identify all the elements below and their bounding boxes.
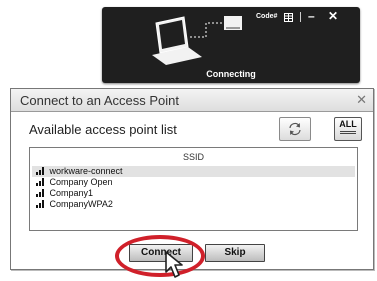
close-panel-button[interactable]: ✕ (328, 9, 338, 23)
show-all-button[interactable]: ALL (334, 117, 362, 141)
refresh-icon (289, 122, 301, 136)
laptop-to-projector-icon (152, 16, 242, 65)
grid-icon[interactable] (284, 13, 293, 22)
ssid-column-header: SSID (182, 152, 204, 162)
signal-strength-icon (36, 200, 46, 208)
minimize-button[interactable]: – (308, 9, 315, 23)
list-item[interactable]: Company Open (32, 177, 355, 188)
dialog-close-button[interactable]: ✕ (356, 92, 367, 108)
underline-decoration (340, 133, 356, 134)
show-all-label: ALL (339, 119, 357, 129)
ssid-label: Company Open (49, 177, 113, 187)
ssid-label: workware-connect (49, 166, 123, 176)
connection-status: Connecting (206, 69, 256, 79)
connecting-status-panel: Code# – ✕ Connecting (102, 7, 360, 83)
access-point-list[interactable]: SSID workware-connect Company Open Compa… (29, 147, 358, 231)
list-item[interactable]: Company1 (32, 188, 355, 199)
list-item[interactable]: CompanyWPA2 (32, 199, 355, 210)
signal-strength-icon (36, 189, 46, 197)
skip-button[interactable]: Skip (205, 244, 265, 262)
ssid-label: CompanyWPA2 (49, 199, 113, 209)
divider (300, 12, 301, 22)
ssid-label: Company1 (49, 188, 94, 198)
refresh-button[interactable] (279, 117, 311, 141)
hand-cursor-icon (165, 251, 183, 278)
dialog-title: Connect to an Access Point (20, 93, 179, 108)
dialog-titlebar[interactable]: Connect to an Access Point ✕ (11, 89, 373, 112)
signal-strength-icon (36, 167, 46, 175)
underline-decoration (340, 131, 356, 132)
list-item[interactable]: workware-connect (32, 166, 355, 177)
connect-access-point-dialog: Connect to an Access Point ✕ Available a… (10, 88, 374, 277)
signal-strength-icon (36, 178, 46, 186)
list-title: Available access point list (29, 122, 177, 137)
code-label: Code# (256, 13, 278, 20)
